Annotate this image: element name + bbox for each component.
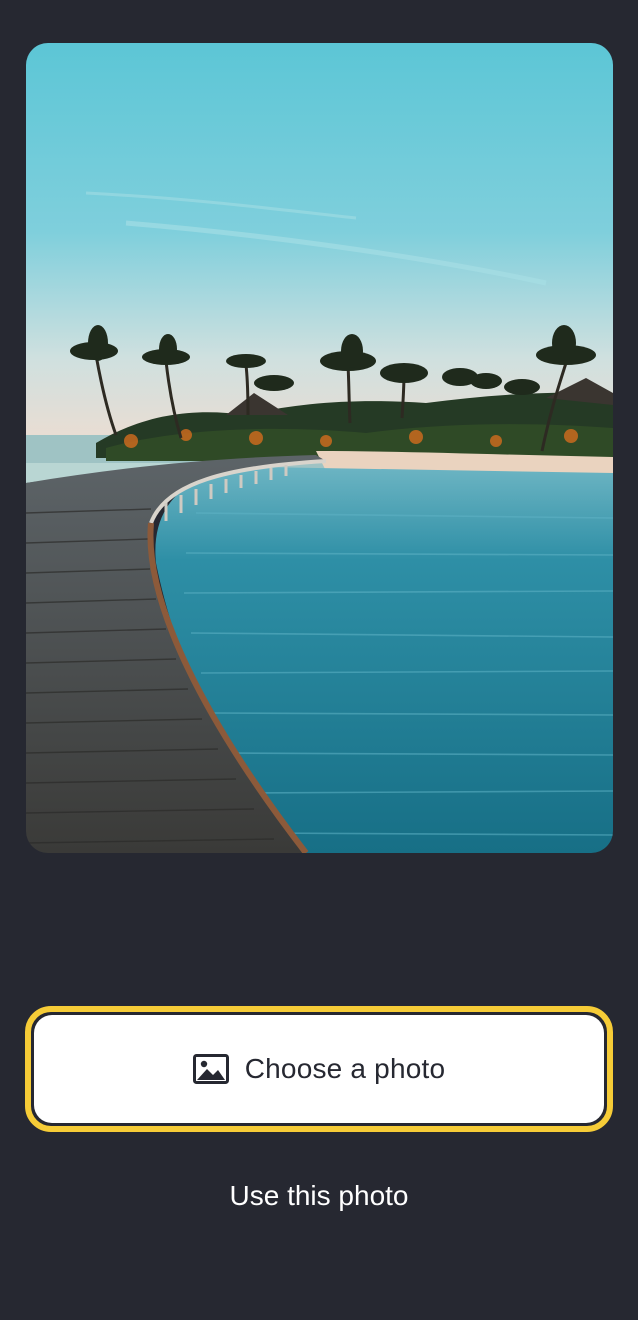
choose-photo-focus-ring: Choose a photo	[25, 1006, 613, 1132]
choose-photo-button[interactable]: Choose a photo	[34, 1015, 604, 1123]
choose-photo-label: Choose a photo	[244, 1053, 446, 1084]
image-icon	[192, 1054, 229, 1084]
use-this-photo-button[interactable]: Use this photo	[0, 1170, 638, 1222]
selected-photo	[26, 43, 613, 853]
photo-picker-screen: Choose a photo Use this photo	[0, 0, 638, 1320]
